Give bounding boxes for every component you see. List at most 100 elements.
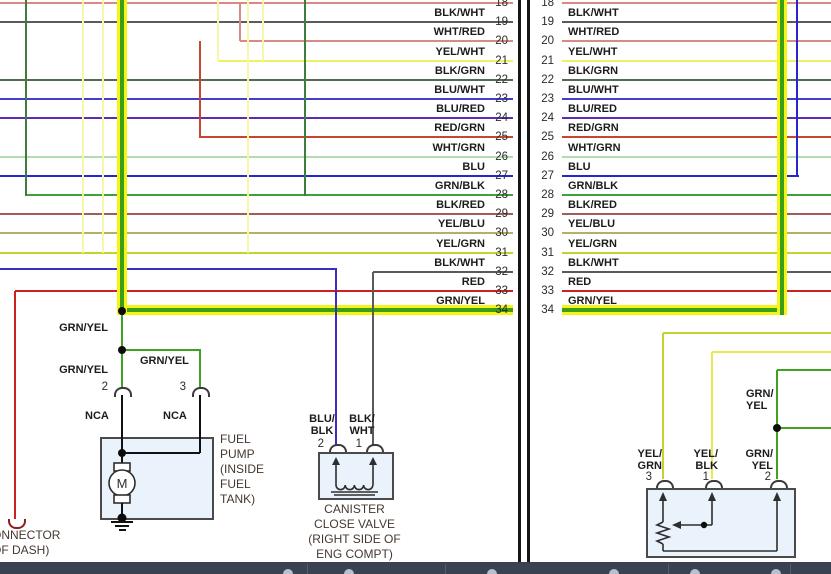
wire-left-28 xyxy=(26,194,513,196)
pin-number-left-25: 25 xyxy=(486,131,508,143)
pin-number-right-18: 18 xyxy=(532,0,554,9)
wire-grn-yel-sensor xyxy=(777,369,831,371)
wire-right-26 xyxy=(562,156,831,158)
wire-yel-blk-sensor xyxy=(712,351,831,353)
junction-dot xyxy=(118,346,126,354)
wire-label-right-23: BLU/WHT xyxy=(568,84,619,96)
wire-right-22 xyxy=(562,79,831,81)
junction-dot xyxy=(773,424,781,432)
wire-blu-vertical-right xyxy=(796,0,799,177)
wire-label-left-27: BLU xyxy=(335,161,485,173)
fuel-pump-name: FUEL PUMP (INSIDE FUEL TANK) xyxy=(220,432,264,507)
pin-number-left-28: 28 xyxy=(486,189,508,201)
wire-left-33 xyxy=(15,290,513,292)
wire-yel-grn-sensor-drop xyxy=(662,333,665,479)
svg-text:M: M xyxy=(117,476,128,491)
canister-pin2-wire-label: BLU/ BLK xyxy=(300,413,344,437)
pin-number-left-20: 20 xyxy=(486,35,508,47)
fuel-pump-pin-2-number: 2 xyxy=(96,381,108,393)
wire-pale-yellow-vertical-1 xyxy=(82,0,84,253)
pin-number-left-18: 18 xyxy=(486,0,508,9)
wire-grn-yel-pump-branch xyxy=(122,349,201,351)
sensor-pin3-wire-label: YEL/ GRN xyxy=(618,448,662,472)
pin-number-left-34: 34 xyxy=(486,304,508,316)
pin-number-left-31: 31 xyxy=(486,247,508,259)
pin-number-right-32: 32 xyxy=(532,266,554,278)
pin-number-right-26: 26 xyxy=(532,151,554,163)
wire-label-left-28: GRN/BLK xyxy=(335,180,485,192)
wire-right-34-core xyxy=(562,308,786,312)
pin-number-left-26: 26 xyxy=(486,151,508,163)
canister-solenoid-symbol xyxy=(318,452,392,498)
pin-number-right-28: 28 xyxy=(532,189,554,201)
wire-label-right-21: YEL/WHT xyxy=(568,46,618,58)
wire-label-grn-yel-1: GRN/YEL xyxy=(48,322,108,334)
wire-label-left-19: BLK/WHT xyxy=(335,7,485,19)
wire-label-left-20: WHT/RED xyxy=(335,26,485,38)
wire-label-right-34: GRN/YEL xyxy=(568,295,617,307)
wire-left-30 xyxy=(0,232,513,234)
canister-pin-1-number: 1 xyxy=(350,438,362,450)
wire-right-25 xyxy=(562,136,831,138)
sensor-pin-2-number: 2 xyxy=(759,471,771,483)
canister-pin1-wire-label: BLK/ WHT xyxy=(340,413,384,437)
fuel-pump-pin-3-number: 3 xyxy=(174,381,186,393)
taskbar-divider xyxy=(668,564,669,574)
wire-grn-vertical-1 xyxy=(25,0,27,196)
taskbar-icon[interactable] xyxy=(690,569,700,574)
taskbar-divider xyxy=(445,564,446,574)
wire-grn-yel-main-left-core xyxy=(120,0,124,315)
wire-right-32 xyxy=(562,271,831,273)
wire-right-19 xyxy=(562,21,831,23)
junction-dot xyxy=(118,307,126,315)
wire-label-left-31: YEL/GRN xyxy=(335,238,485,250)
wire-grn-yel-branch-right xyxy=(777,427,831,429)
canister-pin-2-number: 2 xyxy=(312,438,324,450)
wire-right-33 xyxy=(562,290,831,292)
wire-yel-grn-sensor xyxy=(663,332,831,334)
wire-label-right-33: RED xyxy=(568,276,591,288)
wire-right-21 xyxy=(562,60,831,62)
wire-grn-yel-main-right-core xyxy=(780,0,784,315)
wire-label-left-22: BLK/GRN xyxy=(335,65,485,77)
pin-number-left-30: 30 xyxy=(486,227,508,239)
wire-right-28 xyxy=(562,194,831,196)
wire-left-23 xyxy=(0,98,513,100)
taskbar xyxy=(0,562,831,574)
wire-blu-blk-to-canister xyxy=(0,268,337,270)
wire-label-left-30: YEL/BLU xyxy=(335,218,485,230)
wire-label-grn-yel-3: GRN/YEL xyxy=(48,364,108,376)
wire-grn-yel-pump-branch-drop xyxy=(199,350,202,387)
wire-left-34-core xyxy=(122,308,513,312)
wire-right-31 xyxy=(562,252,831,254)
pin-number-right-20: 20 xyxy=(532,35,554,47)
pin-number-right-31: 31 xyxy=(532,247,554,259)
wire-label-right-32: BLK/WHT xyxy=(568,257,619,269)
taskbar-icon[interactable] xyxy=(609,569,619,574)
wire-right-24 xyxy=(562,117,831,119)
wire-label-left-23: BLU/WHT xyxy=(335,84,485,96)
wire-label-left-24: BLU/RED xyxy=(335,103,485,115)
wire-label-right-20: WHT/RED xyxy=(568,26,619,38)
taskbar-icon[interactable] xyxy=(283,569,293,574)
wire-label-left-26: WHT/GRN xyxy=(335,142,485,154)
pin-number-right-22: 22 xyxy=(532,74,554,86)
wire-label-right-30: YEL/BLU xyxy=(568,218,615,230)
wire-label-right-29: BLK/RED xyxy=(568,199,617,211)
taskbar-icon[interactable] xyxy=(344,569,354,574)
sensor-pin-3-number: 3 xyxy=(640,471,652,483)
wire-right-18 xyxy=(562,2,831,4)
wire-left-27 xyxy=(0,175,513,177)
nca-label-right: NCA xyxy=(163,410,187,422)
wiring-diagram-page: 1818BLK/WHT19BLK/WHT19WHT/RED20WHT/RED20… xyxy=(0,0,831,574)
fuel-pump-pin-2-connector-icon xyxy=(114,387,132,397)
pin-number-right-29: 29 xyxy=(532,208,554,220)
pin-number-left-24: 24 xyxy=(486,112,508,124)
wire-right-29 xyxy=(562,213,831,215)
wire-right-23 xyxy=(562,98,831,100)
wire-pale-yellow-vertical-3 xyxy=(217,0,219,61)
sensor-pin1-wire-label: YEL/ BLK xyxy=(676,448,718,472)
taskbar-icon[interactable] xyxy=(487,569,497,574)
pin-number-right-19: 19 xyxy=(532,16,554,28)
taskbar-icon[interactable] xyxy=(771,569,781,574)
